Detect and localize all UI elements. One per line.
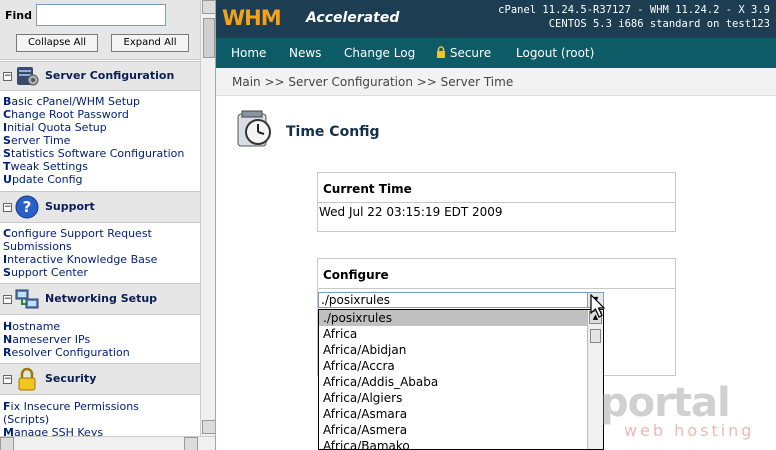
sidebar-link-configure-support[interactable]: Configure Support Request bbox=[3, 227, 200, 240]
scroll-left-arrow-icon[interactable] bbox=[0, 437, 14, 450]
section-support[interactable]: − ? Support bbox=[0, 191, 200, 223]
nav-news[interactable]: News bbox=[289, 46, 321, 60]
whm-logo-subtitle: Accelerated bbox=[306, 10, 400, 26]
clock-icon bbox=[237, 110, 271, 147]
timezone-select[interactable]: ./posixrules ▼ bbox=[318, 292, 604, 308]
current-time-panel: Current Time Wed Jul 22 03:15:19 EDT 200… bbox=[317, 172, 676, 232]
sidebar-link-configure-support-cont[interactable]: Submissions bbox=[3, 240, 200, 253]
sidebar-link-tweak-settings[interactable]: Tweak Settings bbox=[3, 160, 200, 173]
timezone-option[interactable]: Africa/Asmera bbox=[319, 422, 587, 438]
sidebar-link-support-center[interactable]: Support Center bbox=[3, 266, 200, 279]
section-title: Security bbox=[45, 372, 97, 385]
nav-secure[interactable]: Secure bbox=[436, 46, 491, 60]
section-title: Server Configuration bbox=[45, 69, 175, 82]
sidebar-horizontal-scrollbar[interactable] bbox=[0, 436, 215, 450]
version-info: cPanel 11.24.5-R37127 - WHM 11.24.2 - X … bbox=[498, 3, 770, 31]
scroll-right-arrow-icon[interactable] bbox=[184, 437, 198, 450]
sidebar-link-nameserver-ips[interactable]: Nameserver IPs bbox=[3, 333, 200, 346]
collapse-toggle-icon[interactable]: − bbox=[3, 203, 12, 212]
lock-icon bbox=[18, 367, 36, 391]
timezone-dropdown-list[interactable]: ./posixrules Africa Africa/Abidjan Afric… bbox=[318, 309, 604, 450]
section-links-security: Fix Insecure Permissions (Scripts) Manag… bbox=[3, 400, 200, 439]
network-icon bbox=[15, 289, 39, 309]
timezone-option[interactable]: Africa/Addis_Ababa bbox=[319, 374, 587, 390]
section-networking-setup[interactable]: − Networking Setup bbox=[0, 283, 200, 315]
sidebar-link-statistics-software[interactable]: Statistics Software Configuration bbox=[3, 147, 200, 160]
find-label: Find bbox=[5, 9, 32, 22]
sidebar-link-knowledge-base[interactable]: Interactive Knowledge Base bbox=[3, 253, 200, 266]
collapse-toggle-icon[interactable]: − bbox=[3, 72, 12, 81]
timezone-option[interactable]: Africa/Abidjan bbox=[319, 342, 587, 358]
nav-change-log[interactable]: Change Log bbox=[344, 46, 415, 60]
collapse-all-button[interactable]: Collapse All bbox=[16, 34, 98, 52]
svg-text:?: ? bbox=[23, 198, 32, 216]
timezone-option[interactable]: ./posixrules bbox=[319, 310, 587, 326]
current-time-heading: Current Time bbox=[318, 173, 675, 203]
timezone-option[interactable]: Africa bbox=[319, 326, 587, 342]
section-title: Networking Setup bbox=[45, 292, 158, 305]
timezone-option[interactable]: Africa/Bamako bbox=[319, 438, 587, 449]
breadcrumb: Main >> Server Configuration >> Server T… bbox=[216, 68, 776, 96]
collapse-toggle-icon[interactable]: − bbox=[3, 375, 12, 384]
watermark-subtitle: web hosting bbox=[624, 421, 755, 440]
header-bar: WHM Accelerated cPanel 11.24.5-R37127 - … bbox=[216, 0, 776, 38]
configure-heading: Configure bbox=[318, 259, 675, 289]
section-security[interactable]: − Security bbox=[0, 363, 200, 395]
page-title: Time Config bbox=[286, 124, 380, 140]
scroll-thumb[interactable] bbox=[590, 329, 601, 343]
find-area: Find Collapse All Expand All bbox=[0, 0, 200, 60]
nav-bar: Home News Change Log Secure Logout (root… bbox=[216, 38, 776, 68]
sidebar-link-update-config[interactable]: Update Config bbox=[3, 173, 200, 186]
section-links-support: Configure Support Request Submissions In… bbox=[3, 227, 200, 279]
section-links-networking: Hostname Nameserver IPs Resolver Configu… bbox=[3, 320, 200, 359]
scroll-up-arrow-icon[interactable] bbox=[202, 0, 215, 14]
sidebar-link-resolver-config[interactable]: Resolver Configuration bbox=[3, 346, 200, 359]
whm-logo: WHM bbox=[222, 6, 282, 30]
version-line: cPanel 11.24.5-R37127 - WHM 11.24.2 - X … bbox=[498, 4, 770, 16]
watermark-logo: portal bbox=[600, 380, 731, 426]
os-line: CENTOS 5.3 i686 standard on test123 bbox=[548, 18, 770, 30]
expand-all-button[interactable]: Expand All bbox=[111, 34, 189, 52]
timezone-option[interactable]: Africa/Algiers bbox=[319, 390, 587, 406]
mouse-cursor-icon bbox=[590, 294, 606, 318]
padlock-icon bbox=[437, 46, 445, 58]
current-time-value: Wed Jul 22 03:15:19 EDT 2009 bbox=[319, 205, 503, 219]
help-icon: ? bbox=[15, 195, 39, 219]
section-title: Support bbox=[45, 200, 95, 213]
sidebar-vertical-scrollbar[interactable] bbox=[200, 0, 215, 436]
sidebar-link-initial-quota-setup[interactable]: Initial Quota Setup bbox=[3, 121, 200, 134]
timezone-selected-value: ./posixrules bbox=[321, 293, 391, 307]
collapse-toggle-icon[interactable]: − bbox=[3, 295, 12, 304]
section-links-server-configuration: Basic cPanel/WHM Setup Change Root Passw… bbox=[3, 95, 200, 186]
scroll-thumb[interactable] bbox=[203, 18, 215, 58]
sidebar-link-hostname[interactable]: Hostname bbox=[3, 320, 200, 333]
sidebar-link-fix-permissions[interactable]: Fix Insecure Permissions bbox=[3, 400, 200, 413]
sidebar: Find Collapse All Expand All − Server Co… bbox=[0, 0, 216, 450]
timezone-option[interactable]: Africa/Accra bbox=[319, 358, 587, 374]
scroll-down-arrow-icon[interactable] bbox=[202, 420, 215, 434]
sidebar-link-server-time[interactable]: Server Time bbox=[3, 134, 200, 147]
whm-window: Find Collapse All Expand All − Server Co… bbox=[0, 0, 776, 450]
sidebar-link-change-root-password[interactable]: Change Root Password bbox=[3, 108, 200, 121]
sidebar-link-basic-setup[interactable]: Basic cPanel/WHM Setup bbox=[3, 95, 200, 108]
nav-secure-label: Secure bbox=[449, 46, 492, 60]
section-server-configuration[interactable]: − Server Configuration bbox=[0, 61, 200, 91]
find-input[interactable] bbox=[36, 4, 166, 26]
server-config-icon bbox=[17, 67, 39, 86]
timezone-option[interactable]: Africa/Asmara bbox=[319, 406, 587, 422]
nav-home[interactable]: Home bbox=[231, 46, 266, 60]
sidebar-link-fix-permissions-cont[interactable]: (Scripts) bbox=[3, 413, 200, 426]
nav-logout[interactable]: Logout (root) bbox=[516, 46, 594, 60]
